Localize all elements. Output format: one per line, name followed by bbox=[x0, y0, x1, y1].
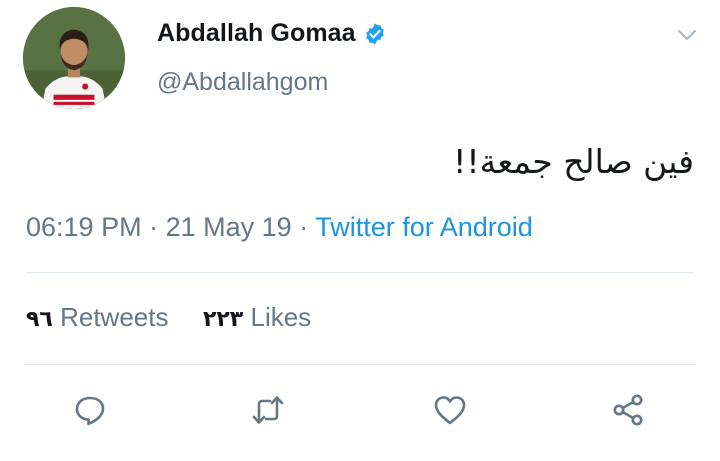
divider bbox=[26, 364, 694, 365]
retweets-stat[interactable]: ٩٦ Retweets bbox=[26, 302, 176, 332]
tweet-stats: ٩٦ Retweets ٢٢٣ Likes bbox=[26, 302, 311, 333]
display-name[interactable]: Abdallah Gomaa bbox=[157, 19, 387, 48]
reply-button[interactable] bbox=[70, 390, 110, 430]
retweet-button[interactable] bbox=[248, 390, 288, 430]
like-icon bbox=[434, 396, 466, 425]
profile-photo bbox=[23, 7, 125, 109]
verified-badge-icon bbox=[365, 23, 384, 44]
meta-separator: · bbox=[149, 212, 159, 242]
tweet-time: 06:19 PM bbox=[26, 212, 142, 242]
likes-count: ٢٢٣ bbox=[202, 307, 244, 332]
likes-stat[interactable]: ٢٢٣ Likes bbox=[203, 302, 311, 332]
reply-icon bbox=[75, 396, 105, 426]
share-button[interactable] bbox=[608, 390, 648, 430]
divider bbox=[26, 272, 694, 273]
avatar[interactable] bbox=[23, 7, 125, 109]
user-handle[interactable]: @Abdallahgom bbox=[157, 68, 328, 97]
retweets-count: ٩٦ bbox=[26, 307, 53, 332]
display-name-text: Abdallah Gomaa bbox=[157, 19, 356, 47]
chevron-down-icon[interactable] bbox=[676, 24, 698, 46]
tweet-source-link[interactable]: Twitter for Android bbox=[315, 212, 533, 242]
retweets-label: Retweets bbox=[60, 302, 169, 332]
share-icon bbox=[613, 394, 643, 426]
tweet-meta: 06:19 PM · 21 May 19 · Twitter for Andro… bbox=[26, 212, 533, 243]
like-button[interactable] bbox=[430, 390, 470, 430]
retweet-icon bbox=[252, 396, 284, 424]
meta-separator: · bbox=[299, 212, 309, 242]
likes-label: Likes bbox=[250, 302, 312, 332]
tweet-text: فين صالح جمعة!! bbox=[453, 142, 694, 181]
tweet-date: 21 May 19 bbox=[165, 212, 292, 242]
